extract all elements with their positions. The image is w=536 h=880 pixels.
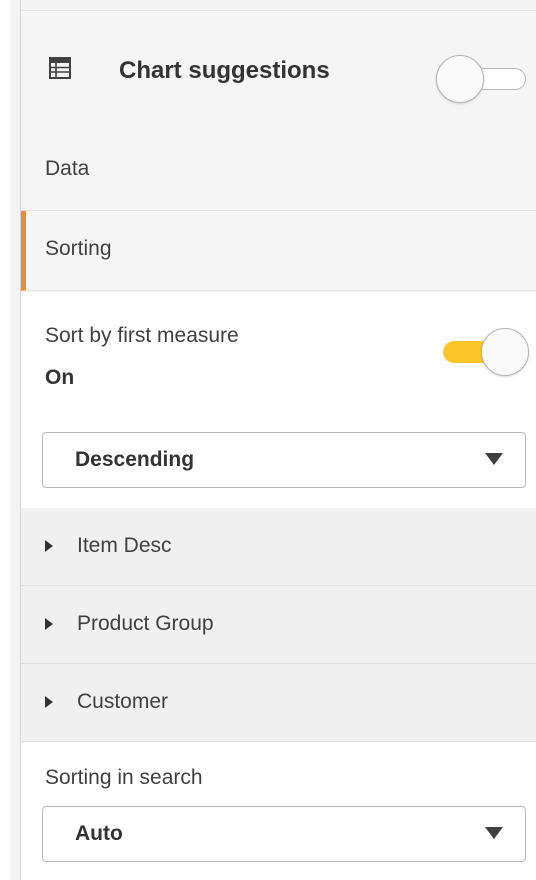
sorting-in-search-section: Sorting in search Auto [21, 742, 536, 880]
sort-order-dropdown[interactable]: Descending [42, 432, 526, 488]
sort-by-first-measure-label: Sort by first measure [45, 324, 239, 347]
toggle-knob [436, 55, 484, 103]
chart-suggestions-title: Chart suggestions [119, 57, 330, 84]
nav-item-data-label: Data [45, 157, 90, 180]
expand-arrow-icon [45, 618, 53, 630]
sort-by-first-measure-section: Sort by first measure On Descending [21, 292, 536, 508]
table-icon [49, 57, 71, 79]
sort-toggle-state: On [45, 366, 75, 389]
sorting-in-search-label: Sorting in search [45, 766, 203, 789]
nav-item-sorting-label: Sorting [45, 237, 112, 260]
properties-panel: Chart suggestions Data Sorting Sort by f… [0, 0, 536, 880]
toggle-knob [481, 328, 529, 376]
sort-field-item-desc[interactable]: Item Desc [21, 508, 536, 586]
sort-field-customer[interactable]: Customer [21, 664, 536, 742]
sort-field-product-group[interactable]: Product Group [21, 586, 536, 664]
chevron-down-icon [485, 827, 503, 839]
chart-suggestions-toggle[interactable] [436, 55, 529, 103]
panel-inner: Chart suggestions Data Sorting Sort by f… [20, 0, 536, 880]
chart-suggestions-header: Chart suggestions [21, 10, 536, 133]
nav-item-sorting[interactable]: Sorting [21, 211, 536, 291]
expand-arrow-icon [45, 540, 53, 552]
nav-item-data[interactable]: Data [21, 131, 536, 211]
sorting-in-search-value: Auto [75, 822, 123, 845]
sort-by-first-measure-toggle[interactable] [441, 328, 531, 376]
sorting-in-search-dropdown[interactable]: Auto [42, 806, 526, 862]
sort-field-label: Item Desc [77, 534, 172, 557]
expand-arrow-icon [45, 696, 53, 708]
chevron-down-icon [485, 453, 503, 465]
sort-field-label: Customer [77, 690, 169, 713]
sort-order-value: Descending [75, 448, 195, 471]
sort-field-label: Product Group [77, 612, 214, 635]
